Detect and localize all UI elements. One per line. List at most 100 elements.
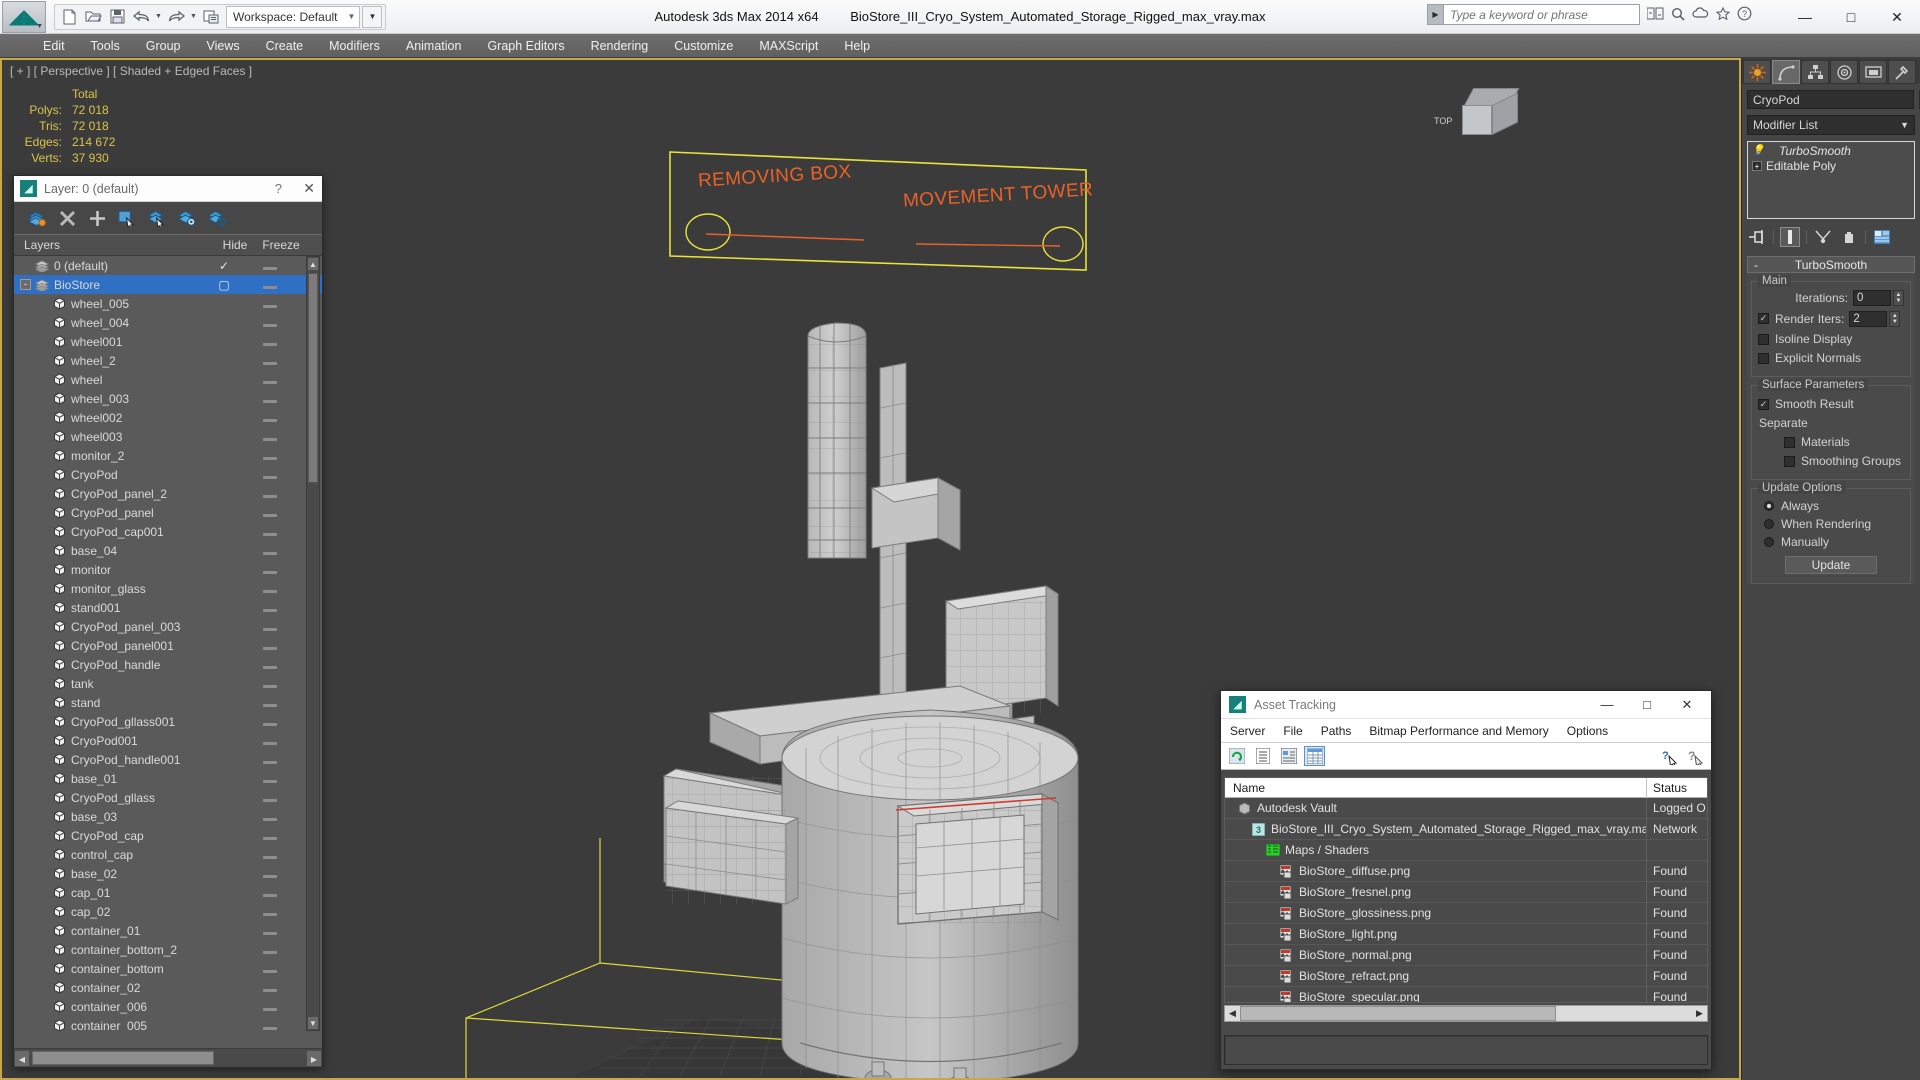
- asset-horizontal-scrollbar[interactable]: ◀ ▶: [1224, 1005, 1708, 1022]
- layer-list-horizontal-scrollbar[interactable]: ◀ ▶: [14, 1048, 322, 1067]
- layer-row[interactable]: container_02: [14, 978, 322, 997]
- layer-hide-toggle[interactable]: [260, 772, 280, 786]
- layer-hide-toggle[interactable]: [260, 316, 280, 330]
- radio-when-rendering-icon[interactable]: [1764, 519, 1774, 529]
- layer-hide-toggle[interactable]: [260, 544, 280, 558]
- layer-hide-toggle[interactable]: [260, 848, 280, 862]
- smooth-result-row[interactable]: ✓ Smooth Result: [1758, 396, 1904, 412]
- hscroll-thumb[interactable]: [32, 1050, 214, 1065]
- layer-row[interactable]: wheel003: [14, 427, 322, 446]
- layer-hide-toggle[interactable]: [260, 791, 280, 805]
- menu-create[interactable]: Create: [253, 34, 317, 58]
- menu-customize[interactable]: Customize: [661, 34, 746, 58]
- layer-hide-toggle[interactable]: [260, 905, 280, 919]
- layer-row[interactable]: wheel_004: [14, 313, 322, 332]
- pin-stack-icon[interactable]: [1747, 227, 1767, 247]
- layer-row[interactable]: cap_02: [14, 902, 322, 921]
- open-icon[interactable]: [82, 6, 104, 28]
- layer-hide-toggle[interactable]: [260, 1000, 280, 1014]
- new-icon[interactable]: [58, 6, 80, 28]
- layer-hide-toggle[interactable]: [260, 297, 280, 311]
- close-button[interactable]: ✕: [1874, 0, 1920, 34]
- viewport-label[interactable]: [ + ] [ Perspective ] [ Shaded + Edged F…: [10, 64, 252, 78]
- search-icon[interactable]: [1671, 7, 1685, 24]
- layer-row[interactable]: monitor: [14, 560, 322, 579]
- menu-server[interactable]: Server: [1221, 719, 1274, 743]
- layer-row[interactable]: container_01: [14, 921, 322, 940]
- menu-group[interactable]: Group: [133, 34, 194, 58]
- layer-hide-toggle[interactable]: [260, 810, 280, 824]
- layer-hide-toggle[interactable]: [260, 487, 280, 501]
- help-icon[interactable]: ?: [275, 181, 282, 196]
- show-end-result-icon[interactable]: [1780, 227, 1800, 247]
- radio-manually-icon[interactable]: [1764, 537, 1774, 547]
- render-iters-checkbox[interactable]: ✓: [1758, 313, 1769, 324]
- layer-row[interactable]: base_03: [14, 807, 322, 826]
- layer-row[interactable]: control_cap: [14, 845, 322, 864]
- asset-hscroll-thumb[interactable]: [1240, 1006, 1556, 1021]
- layer-hide-toggle[interactable]: [260, 943, 280, 957]
- layer-row[interactable]: stand001: [14, 598, 322, 617]
- update-option-when-rendering[interactable]: When Rendering: [1758, 516, 1904, 532]
- maximize-button[interactable]: □: [1627, 691, 1667, 719]
- layer-list-vertical-scrollbar[interactable]: ▲ ▼: [306, 256, 320, 1031]
- menu-views[interactable]: Views: [193, 34, 252, 58]
- iterations-spinner[interactable]: ▲ ▼: [1893, 289, 1904, 306]
- view-cube[interactable]: TOP: [1434, 88, 1526, 146]
- layer-row[interactable]: - BioStore ▢: [14, 275, 322, 294]
- update-button[interactable]: Update: [1785, 556, 1877, 574]
- layer-hide-toggle[interactable]: [260, 639, 280, 653]
- layer-hide-toggle[interactable]: [260, 335, 280, 349]
- hide-layer-icon[interactable]: [178, 209, 196, 227]
- menu-paths[interactable]: Paths: [1312, 719, 1361, 743]
- layer-hide-toggle[interactable]: [260, 411, 280, 425]
- cloud-icon[interactable]: [1692, 7, 1709, 23]
- layer-hide-toggle[interactable]: [260, 278, 280, 292]
- layer-hide-toggle[interactable]: [260, 867, 280, 881]
- layer-row[interactable]: stand: [14, 693, 322, 712]
- make-unique-icon[interactable]: [1813, 227, 1833, 247]
- asset-row[interactable]: BioStore_diffuse.png Found: [1225, 860, 1707, 882]
- close-icon[interactable]: ✕: [303, 180, 315, 197]
- layer-row[interactable]: wheel001: [14, 332, 322, 351]
- configure-modifier-sets-icon[interactable]: [1872, 227, 1892, 247]
- modifier-stack[interactable]: 💡 TurboSmooth + Editable Poly: [1747, 141, 1915, 219]
- menu-edit[interactable]: Edit: [30, 34, 78, 58]
- expand-plus-icon[interactable]: +: [1752, 160, 1762, 171]
- asset-row[interactable]: BioStore_refract.png Found: [1225, 965, 1707, 987]
- layer-row[interactable]: cap_01: [14, 883, 322, 902]
- layer-row[interactable]: CryoPod_cap001: [14, 522, 322, 541]
- iterations-field[interactable]: Iterations: 0 ▲ ▼: [1758, 289, 1904, 306]
- layer-manager-dialog[interactable]: ◢ Layer: 0 (default) ? ✕ Layers Hide Fre…: [13, 175, 323, 1068]
- smoothing-groups-checkbox[interactable]: [1784, 455, 1795, 467]
- menu-modifiers[interactable]: Modifiers: [316, 34, 393, 58]
- layer-row[interactable]: base_01: [14, 769, 322, 788]
- search-box[interactable]: ▶: [1427, 4, 1640, 25]
- help-icon[interactable]: ?: [1685, 746, 1706, 766]
- layer-row[interactable]: monitor_2: [14, 446, 322, 465]
- materials-checkbox[interactable]: [1784, 436, 1795, 448]
- display-tab[interactable]: [1859, 60, 1887, 84]
- layer-hide-toggle[interactable]: [260, 829, 280, 843]
- layer-row[interactable]: CryoPod_handle: [14, 655, 322, 674]
- undo-dropdown-icon[interactable]: ▼: [154, 6, 163, 28]
- layer-hide-toggle[interactable]: [260, 449, 280, 463]
- layer-hide-toggle[interactable]: [260, 601, 280, 615]
- utilities-tab[interactable]: [1888, 60, 1916, 84]
- isoline-display-checkbox[interactable]: [1758, 333, 1769, 345]
- layer-hide-toggle[interactable]: [260, 354, 280, 368]
- project-folder-icon[interactable]: [200, 6, 222, 28]
- menu-rendering[interactable]: Rendering: [578, 34, 662, 58]
- hierarchy-tab[interactable]: [1801, 60, 1829, 84]
- undo-icon[interactable]: [130, 6, 152, 28]
- layer-hide-toggle[interactable]: [260, 392, 280, 406]
- redo-icon[interactable]: [165, 6, 187, 28]
- layer-row[interactable]: CryoPod_gllass: [14, 788, 322, 807]
- column-status[interactable]: Status: [1647, 781, 1707, 795]
- app-logo-button[interactable]: ◢◣ ▼: [2, 0, 46, 33]
- asset-tracking-dialog[interactable]: ◢ Asset Tracking — □ ✕ Server File Paths…: [1220, 690, 1712, 1070]
- view-cube-front-face[interactable]: [1462, 105, 1492, 135]
- modify-tab[interactable]: [1772, 60, 1800, 84]
- exchange-icon[interactable]: [1646, 7, 1664, 24]
- modifier-stack-item-editable-poly[interactable]: + Editable Poly: [1749, 158, 1913, 173]
